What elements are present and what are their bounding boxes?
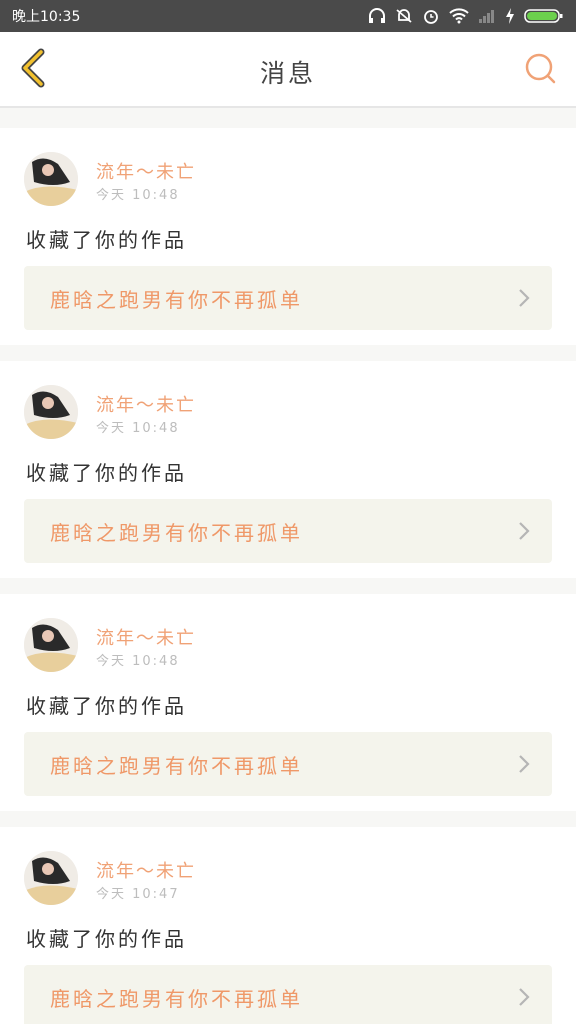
- timestamp: 今天 10:47: [96, 887, 180, 902]
- signal-icon: [478, 8, 496, 24]
- wifi-icon: [449, 8, 469, 24]
- chevron-right-icon: [518, 987, 530, 1011]
- work-title: 鹿晗之跑男有你不再孤单: [50, 754, 303, 778]
- work-link[interactable]: 鹿晗之跑男有你不再孤单: [24, 499, 552, 563]
- search-button[interactable]: [520, 50, 560, 90]
- username[interactable]: 流年～未亡: [96, 857, 196, 883]
- message-card: 流年～未亡 今天 10:47 收藏了你的作品 鹿晗之跑男有你不再孤单: [0, 827, 576, 1024]
- message-card: 流年～未亡 今天 10:48 收藏了你的作品 鹿晗之跑男有你不再孤单: [0, 128, 576, 345]
- action-text: 收藏了你的作品: [26, 461, 187, 485]
- action-text: 收藏了你的作品: [26, 927, 187, 951]
- username[interactable]: 流年～未亡: [96, 624, 196, 650]
- alarm-icon: [422, 8, 440, 24]
- action-text: 收藏了你的作品: [26, 694, 187, 718]
- work-title: 鹿晗之跑男有你不再孤单: [50, 521, 303, 545]
- search-icon: [523, 51, 557, 89]
- chevron-right-icon: [518, 521, 530, 545]
- work-title: 鹿晗之跑男有你不再孤单: [50, 288, 303, 312]
- work-title: 鹿晗之跑男有你不再孤单: [50, 987, 303, 1011]
- status-time: 晚上10:35: [12, 9, 81, 25]
- work-link[interactable]: 鹿晗之跑男有你不再孤单: [24, 266, 552, 330]
- page-title: 消息: [259, 59, 316, 88]
- mute-icon: [395, 8, 413, 24]
- timestamp: 今天 10:48: [96, 654, 180, 669]
- timestamp: 今天 10:48: [96, 188, 180, 203]
- timestamp: 今天 10:48: [96, 421, 180, 436]
- avatar[interactable]: [24, 851, 78, 905]
- avatar[interactable]: [24, 152, 78, 206]
- work-link[interactable]: 鹿晗之跑男有你不再孤单: [24, 965, 552, 1024]
- message-list: 流年～未亡 今天 10:48 收藏了你的作品 鹿晗之跑男有你不再孤单 流年～未亡…: [0, 128, 576, 1024]
- action-text: 收藏了你的作品: [26, 228, 187, 252]
- chevron-right-icon: [518, 288, 530, 312]
- message-card: 流年～未亡 今天 10:48 收藏了你的作品 鹿晗之跑男有你不再孤单: [0, 361, 576, 578]
- message-card: 流年～未亡 今天 10:48 收藏了你的作品 鹿晗之跑男有你不再孤单: [0, 594, 576, 811]
- chevron-right-icon: [518, 754, 530, 778]
- charging-icon: [505, 8, 515, 24]
- navigation-bar: 消息: [0, 32, 576, 108]
- headphones-icon: [368, 8, 386, 24]
- avatar[interactable]: [24, 385, 78, 439]
- status-bar: 晚上10:35: [0, 0, 576, 32]
- battery-icon: [524, 8, 564, 24]
- work-link[interactable]: 鹿晗之跑男有你不再孤单: [24, 732, 552, 796]
- avatar[interactable]: [24, 618, 78, 672]
- username[interactable]: 流年～未亡: [96, 391, 196, 417]
- username[interactable]: 流年～未亡: [96, 158, 196, 184]
